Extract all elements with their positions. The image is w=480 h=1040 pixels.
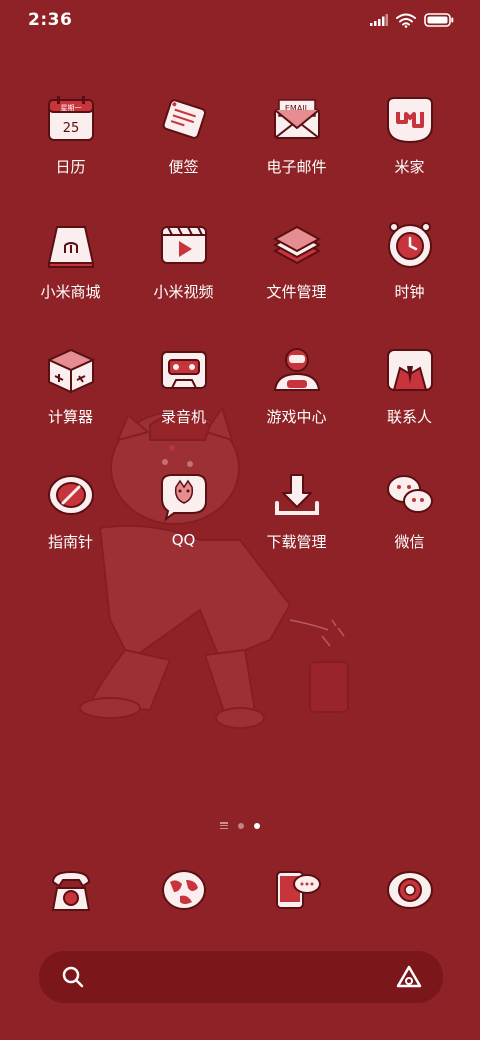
app-mijia[interactable]: 米家	[353, 88, 466, 188]
clock-icon	[387, 222, 432, 268]
app-label: 日历	[55, 158, 86, 176]
app-label: 联系人	[386, 408, 432, 426]
status-time: 2:36	[28, 10, 73, 30]
app-download[interactable]: 下载管理	[240, 463, 353, 563]
camera-icon	[386, 871, 433, 909]
app-game-center[interactable]: 游戏中心	[240, 338, 353, 438]
app-email[interactable]: EMAIL 电子邮件	[240, 88, 353, 188]
messages-icon	[275, 871, 321, 909]
search-bar[interactable]	[38, 950, 444, 1004]
file-manager-icon	[272, 225, 321, 265]
app-notes[interactable]: 便签	[127, 88, 240, 188]
app-calculator[interactable]: 计算器	[14, 338, 127, 438]
app-contacts[interactable]: 联系人	[353, 338, 466, 438]
app-wechat[interactable]: 微信	[353, 463, 466, 563]
app-mi-video[interactable]: 小米视频	[127, 213, 240, 313]
dock-messages[interactable]	[240, 858, 353, 928]
battery-icon	[424, 13, 454, 27]
contacts-icon	[386, 349, 433, 391]
app-label: 小米商城	[40, 283, 101, 301]
app-label: 指南针	[47, 533, 93, 551]
notes-icon	[162, 99, 206, 139]
app-label: 电子邮件	[266, 158, 327, 176]
page-dot	[238, 822, 244, 829]
compass-icon	[47, 475, 94, 515]
page-indicator[interactable]	[0, 822, 480, 829]
app-label: 微信	[394, 533, 425, 551]
page-dot-active	[254, 822, 260, 829]
dock-camera[interactable]	[353, 858, 466, 928]
signal-icon	[370, 14, 388, 26]
app-label: 小米视频	[153, 283, 214, 301]
status-icons	[370, 10, 454, 30]
wechat-icon	[386, 475, 433, 513]
app-clock[interactable]: 时钟	[353, 213, 466, 313]
dock	[14, 858, 466, 928]
mijia-icon	[386, 97, 433, 144]
app-label: 游戏中心	[266, 408, 327, 426]
app-compass[interactable]: 指南针	[14, 463, 127, 563]
app-mi-store[interactable]: 小米商城	[14, 213, 127, 313]
status-bar: 2:36	[0, 0, 480, 40]
email-icon: EMAIL	[273, 99, 320, 139]
dock-browser[interactable]	[127, 858, 240, 928]
app-calendar[interactable]: 星期一 25 日历	[14, 88, 127, 188]
app-qq[interactable]: QQ	[127, 463, 240, 563]
mi-store-icon	[47, 226, 94, 268]
app-label: 下载管理	[266, 533, 327, 551]
app-label: 便签	[168, 158, 199, 176]
mi-video-icon	[160, 226, 207, 264]
search-icon	[62, 966, 84, 988]
wifi-icon	[396, 13, 416, 28]
phone-icon	[51, 870, 90, 911]
app-label: 时钟	[394, 283, 425, 301]
calendar-icon: 星期一 25	[47, 96, 94, 141]
app-file-manager[interactable]: 文件管理	[240, 213, 353, 313]
app-label: QQ	[171, 531, 196, 549]
calculator-icon	[46, 348, 95, 394]
recorder-icon	[160, 351, 207, 389]
calendar-weekday: 星期一	[60, 104, 81, 112]
game-center-icon	[273, 348, 320, 391]
download-icon	[274, 474, 319, 515]
qq-icon	[160, 474, 207, 522]
app-recorder[interactable]: 录音机	[127, 338, 240, 438]
app-label: 计算器	[47, 408, 93, 426]
dock-phone[interactable]	[14, 858, 127, 928]
browser-icon	[161, 870, 206, 910]
app-label: 米家	[394, 158, 425, 176]
app-label: 录音机	[160, 408, 206, 426]
app-label: 文件管理	[266, 283, 327, 301]
menu-lines-icon	[220, 822, 228, 829]
assistant-icon[interactable]	[395, 964, 423, 990]
calendar-date: 25	[62, 121, 79, 136]
